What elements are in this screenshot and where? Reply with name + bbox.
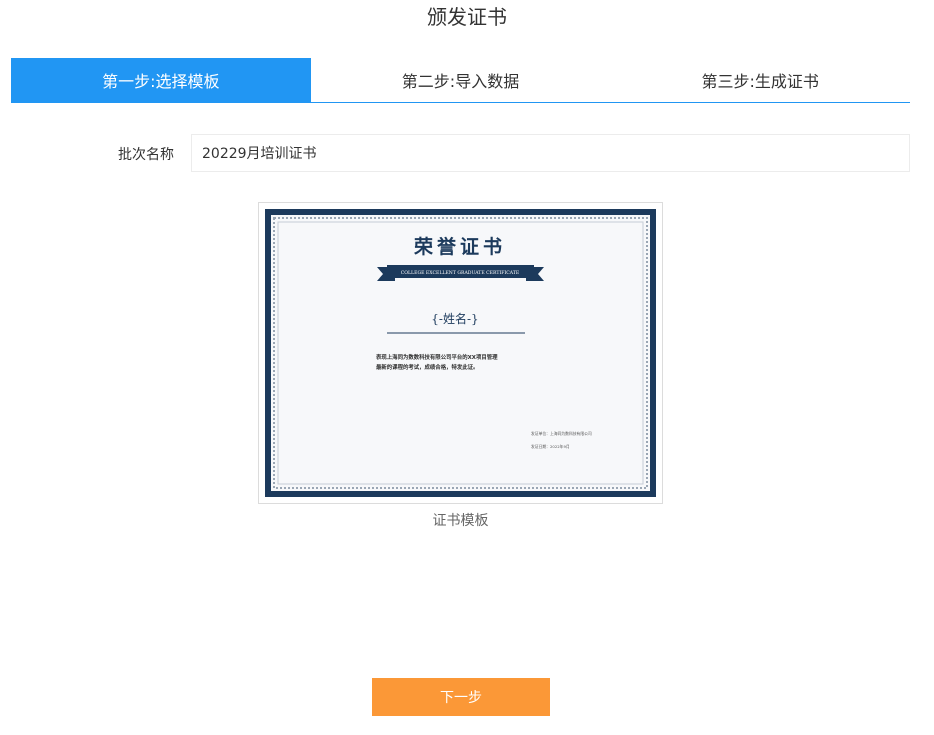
- certificate-preview: 荣誉证书 COLLEGE EXCELLENT GRADUATE CERTIFIC…: [259, 203, 662, 503]
- certificate-issuer: 发证单位：上海同为数科技有限公司: [531, 431, 592, 436]
- tab-step-select-template[interactable]: 第一步:选择模板: [11, 58, 311, 102]
- certificate-template-card[interactable]: 荣誉证书 COLLEGE EXCELLENT GRADUATE CERTIFIC…: [258, 202, 663, 504]
- tab-step-import-data[interactable]: 第二步:导入数据: [311, 58, 611, 102]
- batch-name-label: 批次名称: [118, 147, 174, 163]
- next-step-button[interactable]: 下一步: [372, 678, 550, 716]
- certificate-date: 发证日期：2022年9月: [531, 444, 570, 449]
- batch-name-input[interactable]: [191, 134, 910, 172]
- step-tabs: 第一步:选择模板 第二步:导入数据 第三步:生成证书: [11, 58, 910, 103]
- tab-step-generate-certificate[interactable]: 第三步:生成证书: [610, 58, 910, 102]
- ribbon-text: COLLEGE EXCELLENT GRADUATE CERTIFICATE: [401, 270, 520, 276]
- certificate-body-line-2: 最新的课程的考试，成绩合格，特发此证。: [376, 363, 478, 371]
- certificate-title: 荣誉证书: [413, 235, 506, 258]
- template-caption: 证书模板: [432, 513, 489, 529]
- page-title: 颁发证书: [427, 5, 507, 29]
- certificate-body-line-1: 表现上海同为数数科技有限公司平台的XX项目管理: [376, 353, 498, 361]
- name-placeholder: {-姓名-}: [431, 311, 478, 326]
